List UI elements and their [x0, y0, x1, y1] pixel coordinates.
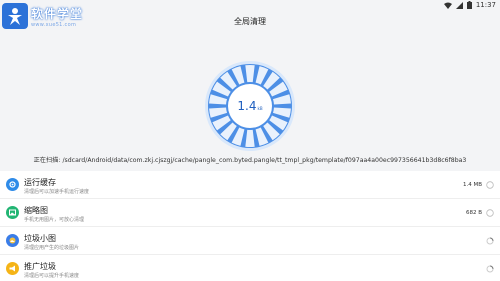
gauge-unit: kB — [257, 105, 263, 111]
item-title: 缩略图 — [24, 206, 48, 215]
list-item-junk-images[interactable]: 垃圾小图 清理应用产生的垃圾图片 — [0, 227, 500, 255]
scan-label: 正在扫描: — [33, 157, 61, 164]
signal-icon — [455, 1, 463, 9]
gauge-readout: 1.4 kB — [204, 60, 296, 152]
picture-icon — [6, 234, 19, 247]
loading-spinner-icon — [486, 265, 494, 273]
status-time: 11:37 — [475, 1, 496, 9]
wifi-icon — [443, 2, 452, 9]
cleaning-gauge: 1.4 kB — [204, 60, 296, 152]
list-item-run-cache[interactable]: 运行缓存 清理后可以加速手机运行速度 1.4 MB — [0, 171, 500, 199]
checkbox-icon[interactable] — [486, 181, 494, 189]
item-subtitle: 清理后可以提升手机速度 — [24, 273, 80, 279]
rocket-icon — [6, 178, 19, 191]
loading-spinner-icon — [486, 237, 494, 245]
megaphone-icon — [6, 262, 19, 275]
item-subtitle: 清理应用产生的垃圾图片 — [24, 245, 80, 251]
scan-status: 正在扫描: /sdcard/Android/data/com.zkj.cjszg… — [0, 155, 500, 164]
item-subtitle: 手机无用图片，可放心清理 — [24, 217, 85, 223]
junk-category-list: 运行缓存 清理后可以加速手机运行速度 1.4 MB 缩略图 手机无用图片，可放心… — [0, 171, 500, 281]
item-size: 682 B — [465, 210, 482, 216]
page-title: 全局清理 — [234, 17, 266, 26]
image-icon — [6, 206, 19, 219]
item-size: 1.4 MB — [462, 182, 482, 188]
battery-icon — [466, 1, 472, 9]
item-title: 运行缓存 — [24, 178, 56, 187]
gauge-value: 1.4 — [237, 99, 257, 113]
scan-path: /sdcard/Android/data/com.zkj.cjszgj/cach… — [62, 157, 467, 164]
item-subtitle: 清理后可以加速手机运行速度 — [24, 189, 90, 195]
checkbox-icon[interactable] — [486, 209, 494, 217]
list-item-thumbnails[interactable]: 缩略图 手机无用图片，可放心清理 682 B — [0, 199, 500, 227]
item-title: 推广垃圾 — [24, 262, 56, 271]
status-right: 11:37 — [443, 1, 496, 9]
item-title: 垃圾小图 — [24, 234, 56, 243]
list-item-ad-junk[interactable]: 推广垃圾 清理后可以提升手机速度 — [0, 255, 500, 281]
top-panel: 11:37 软件学堂 www.xue51.com 全局清理 1.4 kB 正在扫描… — [0, 0, 500, 171]
